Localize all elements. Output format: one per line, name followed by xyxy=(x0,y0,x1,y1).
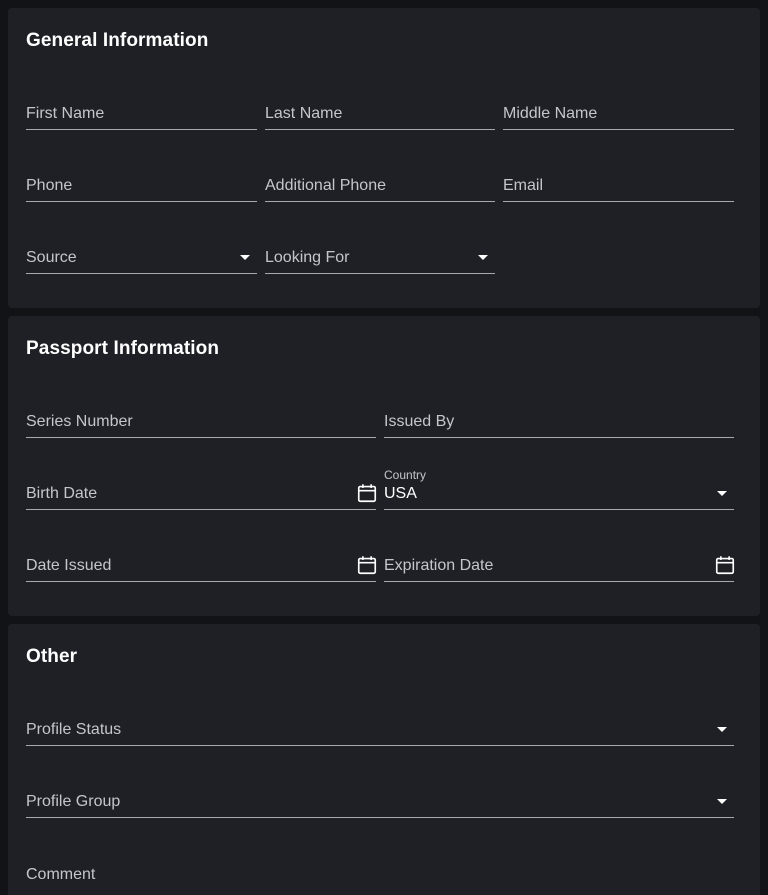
chevron-down-icon[interactable] xyxy=(717,799,727,804)
country-select[interactable]: Country USA xyxy=(384,468,734,510)
middle-name-field[interactable]: Middle Name xyxy=(503,98,734,130)
email-field[interactable]: Email xyxy=(503,170,734,202)
additional-phone-field[interactable]: Additional Phone xyxy=(265,170,495,202)
last-name-label: Last Name xyxy=(265,105,343,122)
phone-field[interactable]: Phone xyxy=(26,170,257,202)
issued-by-field[interactable]: Issued By xyxy=(384,406,734,438)
birth-date-field[interactable]: Birth Date xyxy=(26,478,378,510)
general-information-card: General Information First Name Last Name… xyxy=(8,8,760,308)
comment-label: Comment xyxy=(26,866,96,883)
looking-for-label: Looking For xyxy=(265,249,350,266)
source-select[interactable]: Source xyxy=(26,242,257,274)
general-information-title: General Information xyxy=(26,30,209,51)
phone-label: Phone xyxy=(26,177,73,194)
calendar-icon[interactable] xyxy=(356,554,378,576)
additional-phone-label: Additional Phone xyxy=(265,177,386,194)
other-card: Other Profile Status Profile Group Comme… xyxy=(8,624,760,895)
date-issued-field[interactable]: Date Issued xyxy=(26,550,378,582)
profile-status-label: Profile Status xyxy=(26,721,122,738)
birth-date-label: Birth Date xyxy=(26,485,98,502)
expiration-date-label: Expiration Date xyxy=(384,557,494,574)
passport-information-title: Passport Information xyxy=(26,338,220,359)
email-label: Email xyxy=(503,177,544,194)
chevron-down-icon[interactable] xyxy=(717,727,727,732)
middle-name-label: Middle Name xyxy=(503,105,598,122)
source-label: Source xyxy=(26,249,77,266)
profile-form-page: General Information First Name Last Name… xyxy=(0,0,768,895)
passport-information-card: Passport Information Series Number Issue… xyxy=(8,316,760,616)
country-label: Country xyxy=(384,468,427,482)
looking-for-select[interactable]: Looking For xyxy=(265,242,495,274)
chevron-down-icon[interactable] xyxy=(717,491,727,496)
profile-group-label: Profile Group xyxy=(26,793,121,810)
series-number-label: Series Number xyxy=(26,413,133,430)
calendar-icon[interactable] xyxy=(356,482,378,504)
last-name-field[interactable]: Last Name xyxy=(265,98,495,130)
country-value: USA xyxy=(384,485,417,502)
profile-status-select[interactable]: Profile Status xyxy=(26,714,734,746)
first-name-label: First Name xyxy=(26,105,105,122)
chevron-down-icon[interactable] xyxy=(240,255,250,260)
profile-group-select[interactable]: Profile Group xyxy=(26,786,734,818)
date-issued-label: Date Issued xyxy=(26,557,112,574)
other-title: Other xyxy=(26,646,78,667)
expiration-date-field[interactable]: Expiration Date xyxy=(384,550,736,582)
calendar-icon[interactable] xyxy=(714,554,736,576)
first-name-field[interactable]: First Name xyxy=(26,98,257,130)
comment-field[interactable]: Comment xyxy=(26,858,734,890)
chevron-down-icon[interactable] xyxy=(478,255,488,260)
series-number-field[interactable]: Series Number xyxy=(26,406,376,438)
issued-by-label: Issued By xyxy=(384,413,455,430)
